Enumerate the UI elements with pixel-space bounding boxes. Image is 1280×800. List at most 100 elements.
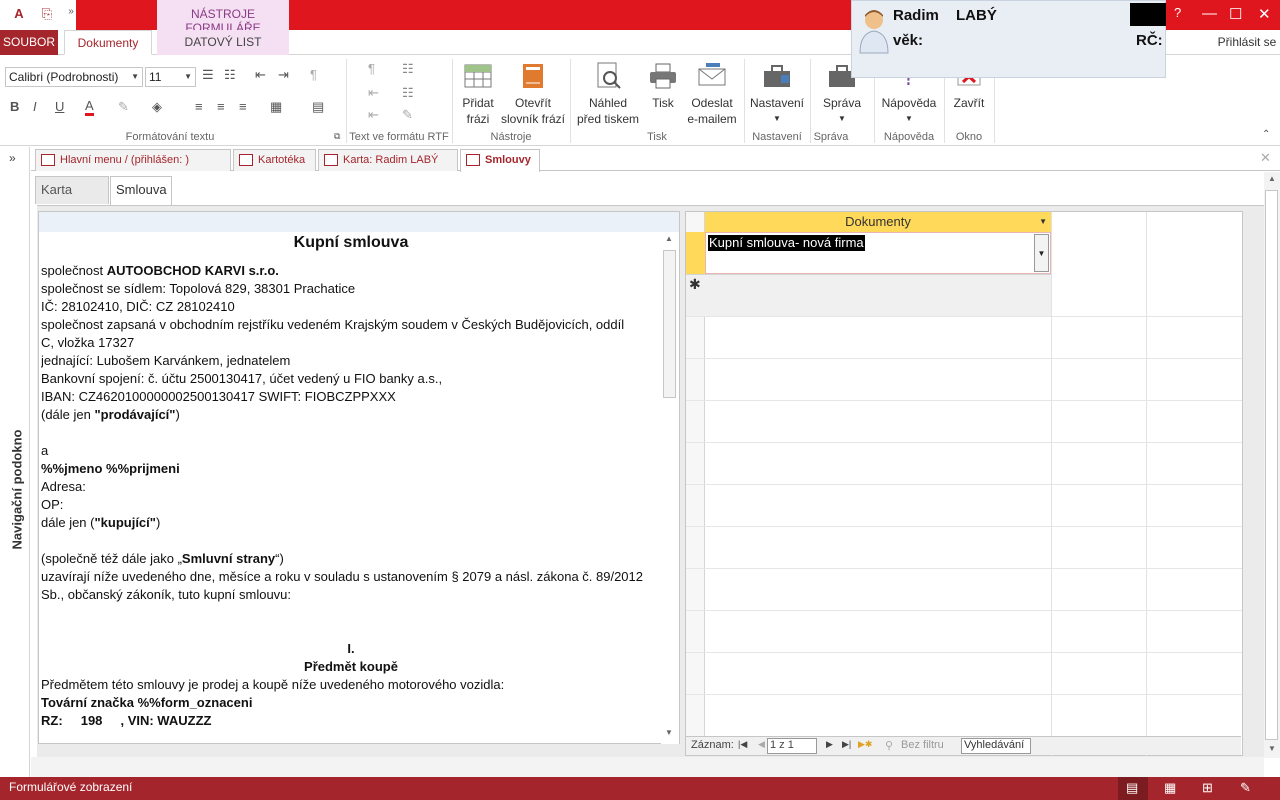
doc-tab-main-menu[interactable]: Hlavní menu / (přihlášen: ) xyxy=(35,149,231,171)
contract-document[interactable]: Kupní smlouva společnost AUTOOBCHOD KARV… xyxy=(38,211,680,744)
nav-pane-label[interactable]: Navigační podokno xyxy=(10,425,25,555)
rc-label: RČ: xyxy=(1136,32,1163,49)
documents-datasheet[interactable]: Dokumenty ▼ Kupní smlouva- nová firma ▼ … xyxy=(685,211,1243,757)
document-cell-value[interactable]: Kupní smlouva- nová firma xyxy=(708,235,865,251)
font-name-combo[interactable]: Calibri (Podrobnosti) ▼ xyxy=(5,67,143,87)
align-left-icon[interactable]: ≡ xyxy=(195,99,203,114)
contract-line xyxy=(41,604,661,622)
contract-text[interactable]: Kupní smlouva společnost AUTOOBCHOD KARV… xyxy=(41,232,661,744)
form-view-button[interactable]: ▤ xyxy=(1118,777,1148,800)
align-right-icon[interactable]: ≡ xyxy=(239,99,247,114)
open-dictionary-label-1: Otevřít xyxy=(514,96,551,110)
doc-scrollbar[interactable]: ▲ ▼ xyxy=(661,232,679,744)
datasheet-view-icon[interactable]: ▦ xyxy=(1164,780,1176,796)
highlight-icon[interactable]: ✎ xyxy=(118,99,129,115)
outdent-icon[interactable]: ⇤ xyxy=(255,67,266,83)
tab-datasheet[interactable]: DATOVÝ LIST xyxy=(157,30,289,55)
scroll-thumb[interactable] xyxy=(1265,190,1278,740)
scroll-down-icon[interactable]: ▼ xyxy=(665,728,673,737)
search-input[interactable]: Vyhledávání xyxy=(961,738,1031,754)
numbering-icon[interactable]: ☷ xyxy=(224,67,236,83)
filter-status[interactable]: Bez filtru xyxy=(901,739,944,751)
alt-row-color-icon[interactable]: ▤ xyxy=(312,99,324,115)
form-tab-contract[interactable]: Smlouva xyxy=(110,176,172,205)
bold-icon[interactable]: B xyxy=(10,99,19,114)
close-icon[interactable]: ✕ xyxy=(1258,5,1271,23)
font-size-value: 11 xyxy=(149,70,162,84)
rtf-icon-4[interactable]: ☷ xyxy=(402,85,414,101)
form-vertical-scrollbar[interactable]: ▲ ▼ xyxy=(1264,172,1280,758)
form-tab-vehicle[interactable]: Karta vozu xyxy=(35,176,109,223)
paragraph-icon[interactable]: ¶ xyxy=(310,67,317,82)
underline-icon[interactable]: U xyxy=(55,99,64,114)
form-horizontal-scrollbar[interactable] xyxy=(31,757,1264,777)
close-doc-icon[interactable]: ✕ xyxy=(1260,150,1271,166)
column-header-documents[interactable]: Dokumenty ▼ xyxy=(705,212,1051,232)
collapse-ribbon-icon[interactable]: ⌃ xyxy=(1262,129,1270,140)
gridlines-icon[interactable]: ▦ xyxy=(270,99,282,115)
send-email-button[interactable]: Odeslat e-mailem xyxy=(684,61,740,127)
rtf-icon-6[interactable]: ✎ xyxy=(402,107,413,123)
scroll-thumb[interactable] xyxy=(663,250,676,398)
quick-access-icon[interactable]: ⎘ xyxy=(38,6,56,24)
add-phrase-button[interactable]: Přidat frázi xyxy=(455,61,501,127)
document-tab-bar: Hlavní menu / (přihlášen: ) Kartotéka Ka… xyxy=(31,147,1280,172)
tab-documents[interactable]: Dokumenty xyxy=(64,30,152,55)
doc-tab-smlouvy[interactable]: Smlouvy xyxy=(460,149,540,172)
help-icon[interactable]: ? xyxy=(1174,5,1181,20)
combo-dropdown-button[interactable]: ▼ xyxy=(1034,234,1049,272)
form-icon xyxy=(324,154,338,166)
next-record-icon[interactable]: ▶ xyxy=(826,739,833,750)
font-name-value: Calibri (Podrobnosti) xyxy=(9,70,119,84)
fill-color-icon[interactable]: ◈ xyxy=(152,99,162,115)
new-record-nav-icon[interactable]: ▶✱ xyxy=(858,739,872,750)
sign-in-link[interactable]: Přihlásit se xyxy=(1214,30,1280,55)
chevron-down-icon: ▼ xyxy=(131,72,139,81)
rtf-icon-5[interactable]: ⇤ xyxy=(368,107,379,123)
scroll-up-icon[interactable]: ▲ xyxy=(665,234,673,243)
prev-record-icon[interactable]: ◀ xyxy=(758,739,765,750)
open-dictionary-button[interactable]: Otevřít slovník frází xyxy=(500,61,566,127)
tab-file[interactable]: SOUBOR xyxy=(0,30,58,55)
doc-tab-kartoteka[interactable]: Kartotéka xyxy=(233,149,316,171)
qat-more-icon[interactable]: » xyxy=(62,6,80,24)
minimize-icon[interactable]: — xyxy=(1202,5,1217,22)
dialog-launcher-icon[interactable]: ⧉ xyxy=(334,131,340,142)
align-center-icon[interactable]: ≡ xyxy=(217,99,225,114)
italic-icon[interactable]: I xyxy=(33,99,37,114)
contract-line: Adresa: xyxy=(41,479,86,494)
navigation-pane[interactable]: » Navigační podokno xyxy=(0,147,30,777)
access-app-icon[interactable]: A xyxy=(10,6,28,24)
print-preview-button[interactable]: Náhled před tiskem xyxy=(574,61,642,127)
expand-nav-icon[interactable]: » xyxy=(9,151,16,165)
maximize-icon[interactable]: ☐ xyxy=(1229,5,1242,23)
doc-tab-karta[interactable]: Karta: Radim LABÝ xyxy=(318,149,458,171)
scroll-down-icon[interactable]: ▼ xyxy=(1268,744,1276,753)
contract-line: uzavírají níže uvedeného dne, měsíce a r… xyxy=(41,569,643,584)
font-size-combo[interactable]: 11 ▼ xyxy=(145,67,196,87)
user-first-name: Radim xyxy=(893,7,939,24)
rtf-icon-1[interactable]: ¶ xyxy=(368,61,375,76)
indent-icon[interactable]: ⇥ xyxy=(278,67,289,83)
contract-line xyxy=(41,532,661,550)
bullets-icon[interactable]: ☰ xyxy=(202,67,214,83)
row-selector[interactable] xyxy=(686,232,705,274)
magnifier-page-icon xyxy=(597,62,621,89)
contract-line: (dále jen "prodávající") xyxy=(41,407,180,422)
record-position-input[interactable]: 1 z 1 xyxy=(767,738,817,754)
first-record-icon[interactable]: |◀ xyxy=(738,739,747,750)
rtf-icon-3[interactable]: ⇤ xyxy=(368,85,379,101)
design-view-icon[interactable]: ✎ xyxy=(1240,780,1251,796)
last-record-icon[interactable]: ▶| xyxy=(842,739,851,750)
scroll-up-icon[interactable]: ▲ xyxy=(1268,174,1276,183)
font-color-icon[interactable]: A xyxy=(85,99,94,116)
rtf-icon-2[interactable]: ☷ xyxy=(402,61,414,77)
new-record-icon[interactable]: ✱ xyxy=(689,276,701,293)
chevron-down-icon[interactable]: ▼ xyxy=(1039,212,1047,232)
settings-button[interactable]: Nastavení ▼ xyxy=(748,61,806,127)
document-cell[interactable]: Kupní smlouva- nová firma ▼ xyxy=(705,232,1051,274)
print-button[interactable]: Tisk xyxy=(644,61,682,111)
layout-view-icon[interactable]: ⊞ xyxy=(1202,780,1213,796)
filter-icon[interactable]: ⚲ xyxy=(885,739,893,752)
add-phrase-label-1: Přidat xyxy=(462,96,494,110)
